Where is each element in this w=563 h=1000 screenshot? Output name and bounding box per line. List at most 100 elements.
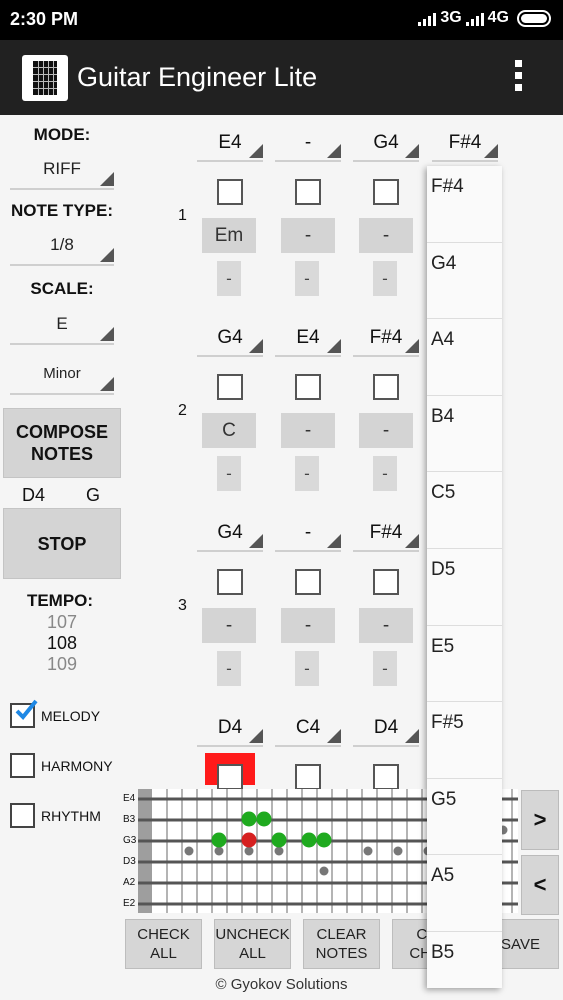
rhythm-slot[interactable]: -: [217, 456, 241, 491]
note-spinner[interactable]: C4: [275, 713, 341, 747]
harmony-label: HARMONY: [41, 758, 113, 774]
note-checkbox[interactable]: [295, 764, 321, 790]
checkmark-icon: [15, 699, 38, 720]
note-checkbox[interactable]: [373, 569, 399, 595]
note-dropdown[interactable]: F#4 G4 A4 B4 C5 D5 E5 F#5 G5 A5 B5: [427, 166, 502, 988]
note-checkbox[interactable]: [295, 374, 321, 400]
melody-checkbox[interactable]: [10, 699, 38, 728]
rhythm-slot[interactable]: -: [373, 651, 397, 686]
note-checkbox[interactable]: [295, 179, 321, 205]
chord-button[interactable]: -: [281, 413, 335, 448]
clear-notes-button[interactable]: CLEAR NOTES: [303, 919, 380, 969]
note-spinner[interactable]: F#4: [353, 323, 419, 357]
scale-type-spinner[interactable]: Minor: [10, 357, 114, 395]
prev-button[interactable]: <: [521, 855, 559, 915]
chord-button[interactable]: C: [202, 413, 256, 448]
dropdown-option[interactable]: G4: [427, 243, 502, 320]
note-checkbox[interactable]: [217, 374, 243, 400]
string-label: E4: [123, 793, 136, 804]
note-checkbox[interactable]: [217, 764, 243, 790]
dropdown-option[interactable]: B5: [427, 932, 502, 1000]
next-button[interactable]: >: [521, 790, 559, 850]
note-spinner[interactable]: E4: [197, 128, 263, 162]
rhythm-slot[interactable]: -: [295, 456, 319, 491]
melody-label: MELODY: [41, 708, 101, 724]
chord-button[interactable]: -: [359, 608, 413, 643]
compose-notes-button[interactable]: COMPOSE NOTES: [3, 408, 121, 478]
rhythm-slot[interactable]: -: [373, 456, 397, 491]
signal-icon: [418, 11, 437, 26]
rhythm-checkbox[interactable]: [10, 803, 35, 828]
note-checkbox[interactable]: [373, 179, 399, 205]
uncheck-all-button[interactable]: UNCHECK ALL: [214, 919, 291, 969]
note-checkbox[interactable]: [217, 179, 243, 205]
battery-icon: [517, 9, 551, 27]
string-label: D3: [123, 856, 136, 867]
overflow-menu-icon[interactable]: [513, 60, 523, 96]
note-spinner[interactable]: D4: [353, 713, 419, 747]
dropdown-option[interactable]: F#4: [427, 166, 502, 243]
note-spinner[interactable]: -: [275, 518, 341, 552]
chord-button[interactable]: -: [281, 608, 335, 643]
dropdown-option[interactable]: G5: [427, 779, 502, 856]
row-number: 3: [178, 597, 187, 614]
note-spinner[interactable]: E4: [275, 323, 341, 357]
string-label: G3: [123, 835, 137, 846]
tempo-label: TEMPO:: [26, 591, 94, 610]
rhythm-slot[interactable]: -: [373, 261, 397, 296]
note-spinner[interactable]: G4: [197, 323, 263, 357]
chord-button[interactable]: -: [359, 413, 413, 448]
dropdown-option[interactable]: C5: [427, 472, 502, 549]
note-spinner[interactable]: G4: [353, 128, 419, 162]
dropdown-option[interactable]: A4: [427, 319, 502, 396]
current-note: D4: [22, 485, 46, 505]
rhythm-slot[interactable]: -: [217, 261, 241, 296]
dropdown-option[interactable]: A5: [427, 855, 502, 932]
chord-button[interactable]: Em: [202, 218, 256, 253]
stop-button[interactable]: STOP: [3, 508, 121, 579]
tempo-prev: 107: [46, 612, 78, 632]
note-spinner[interactable]: G4: [197, 518, 263, 552]
note-spinner[interactable]: F#4: [353, 518, 419, 552]
chord-button[interactable]: -: [281, 218, 335, 253]
mode-spinner[interactable]: RIFF: [10, 152, 114, 190]
rhythm-slot[interactable]: -: [295, 261, 319, 296]
note-spinner[interactable]: -: [275, 128, 341, 162]
current-chord: G: [86, 485, 101, 505]
tempo-picker[interactable]: 107 108 109: [30, 612, 94, 675]
row-number: 2: [178, 402, 187, 419]
dropdown-option[interactable]: E5: [427, 626, 502, 703]
chord-button[interactable]: -: [202, 608, 256, 643]
guitar-logo-icon: [22, 55, 68, 101]
chord-button[interactable]: -: [359, 218, 413, 253]
string-label: B3: [123, 814, 136, 825]
nut: [138, 789, 152, 913]
note-type-spinner[interactable]: 1/8: [10, 228, 114, 266]
status-bar: 2:30 PM 3G 4G: [0, 0, 563, 40]
dropdown-option[interactable]: F#5: [427, 702, 502, 779]
note-spinner[interactable]: D4: [197, 713, 263, 747]
row-number: 1: [178, 207, 187, 224]
note-spinner[interactable]: F#4: [432, 128, 498, 162]
status-time: 2:30 PM: [10, 9, 79, 29]
scale-root-spinner[interactable]: E: [10, 307, 114, 345]
note-checkbox[interactable]: [295, 569, 321, 595]
network-type-1: 3G: [440, 9, 462, 26]
rhythm-label: RHYTHM: [41, 808, 101, 824]
note-type-label: NOTE TYPE:: [10, 201, 113, 220]
app-bar: Guitar Engineer Lite: [0, 40, 563, 115]
harmony-checkbox[interactable]: [10, 753, 35, 778]
dropdown-option[interactable]: D5: [427, 549, 502, 626]
rhythm-slot[interactable]: -: [217, 651, 241, 686]
dropdown-option[interactable]: B4: [427, 396, 502, 473]
signal-icon: [465, 11, 484, 26]
status-icons: 3G 4G: [418, 9, 551, 27]
rhythm-slot[interactable]: -: [295, 651, 319, 686]
note-checkbox[interactable]: [373, 374, 399, 400]
check-all-button[interactable]: CHECK ALL: [125, 919, 202, 969]
tempo-value: 108: [46, 633, 78, 653]
string-label: E2: [123, 898, 136, 909]
network-type-2: 4G: [487, 9, 509, 26]
note-checkbox[interactable]: [217, 569, 243, 595]
note-checkbox[interactable]: [373, 764, 399, 790]
